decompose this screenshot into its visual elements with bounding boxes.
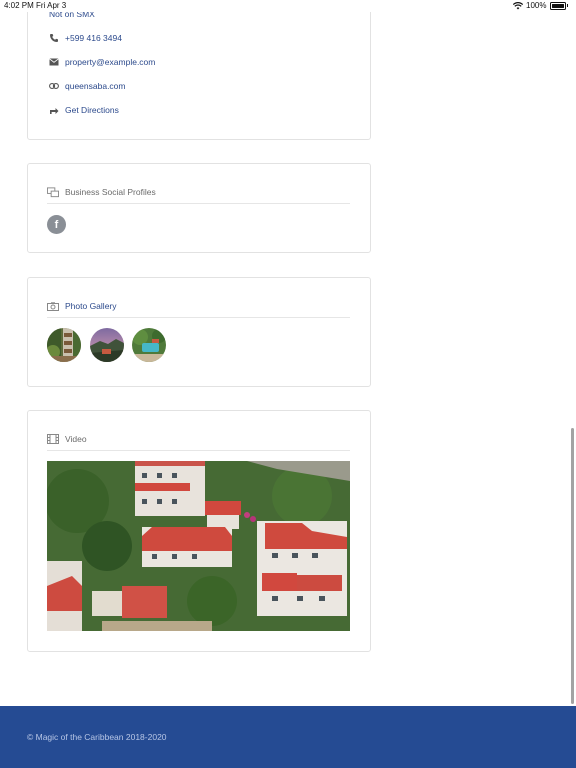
camera-icon	[47, 300, 59, 312]
facebook-icon: f	[54, 218, 59, 231]
video-title: Video	[65, 434, 87, 444]
status-date: Fri Apr 3	[36, 1, 67, 10]
directions-text: Get Directions	[65, 105, 119, 115]
status-bar: 4:02 PM Fri Apr 3 100%	[0, 0, 576, 12]
battery-icon	[549, 1, 566, 10]
website-link[interactable]: queensaba.com	[49, 81, 126, 91]
social-title: Business Social Profiles	[65, 187, 156, 197]
video-header: Video	[47, 428, 350, 451]
envelope-icon	[49, 57, 59, 67]
gallery-photo-pool[interactable]	[132, 328, 166, 362]
contact-card: Not on SMX +599 416 3494 property@exampl…	[27, 0, 371, 140]
chat-bubbles-icon	[47, 186, 59, 198]
phone-text: +599 416 3494	[65, 33, 122, 43]
directions-icon	[49, 105, 59, 115]
status-right: 100%	[513, 1, 568, 10]
battery-tip	[566, 4, 568, 7]
wifi-icon	[513, 1, 524, 9]
scrollbar[interactable]	[571, 428, 574, 704]
directions-link[interactable]: Get Directions	[49, 105, 119, 115]
gallery-photo-sunset[interactable]	[90, 328, 124, 362]
gallery-header: Photo Gallery	[47, 295, 350, 318]
film-icon	[47, 433, 59, 445]
status-time: 4:02 PM	[4, 1, 34, 10]
facebook-button[interactable]: f	[47, 215, 66, 234]
link-icon	[49, 81, 59, 91]
video-thumbnail	[47, 461, 350, 631]
video-player[interactable]	[47, 461, 350, 631]
gallery-title: Photo Gallery	[65, 301, 117, 311]
footer: © Magic of the Caribbean 2018-2020	[0, 706, 576, 768]
social-header: Business Social Profiles	[47, 181, 350, 204]
footer-copyright: © Magic of the Caribbean 2018-2020	[27, 732, 167, 742]
gallery-card: Photo Gallery	[27, 277, 371, 387]
website-text: queensaba.com	[65, 81, 126, 91]
email-link[interactable]: property@example.com	[49, 57, 155, 67]
email-text: property@example.com	[65, 57, 156, 67]
phone-icon	[49, 33, 59, 43]
social-card: Business Social Profiles f	[27, 163, 371, 253]
phone-link[interactable]: +599 416 3494	[49, 33, 122, 43]
gallery-photo-garden[interactable]	[47, 328, 81, 362]
battery-percent: 100%	[526, 1, 547, 10]
video-card: Video	[27, 410, 371, 652]
